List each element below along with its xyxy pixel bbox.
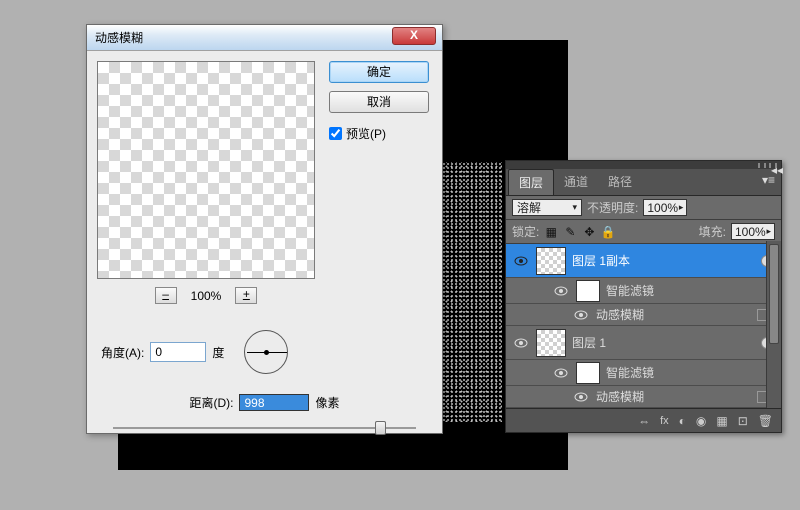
smart-filters-label: 智能滤镜	[606, 364, 781, 381]
layer-thumbnail[interactable]	[536, 247, 566, 275]
lock-transparency-icon[interactable]: ▦	[544, 225, 558, 239]
filter-row[interactable]: 动感模糊	[506, 386, 781, 408]
ok-button[interactable]: 确定	[329, 61, 429, 83]
panel-grip[interactable]: ◂◂	[506, 161, 781, 169]
visibility-toggle[interactable]	[546, 286, 576, 296]
opacity-label: 不透明度:	[587, 199, 638, 216]
close-button[interactable]: X	[392, 27, 436, 45]
layer-row[interactable]: 智能滤镜	[506, 278, 781, 304]
motion-blur-dialog: 动感模糊 X – 100% + 确定 取消 预览(P) 角度(A): 度	[86, 24, 443, 434]
lock-label: 锁定:	[512, 223, 539, 240]
zoom-value: 100%	[191, 289, 222, 303]
layer-thumbnail[interactable]	[536, 329, 566, 357]
opacity-input[interactable]: 100%▸	[643, 199, 687, 216]
canvas-noise	[442, 162, 502, 422]
zoom-in-button[interactable]: +	[235, 287, 257, 304]
tab-paths[interactable]: 路径	[598, 169, 642, 195]
dialog-titlebar[interactable]: 动感模糊 X	[87, 25, 442, 51]
distance-label: 距离(D):	[189, 394, 233, 411]
panel-scrollbar[interactable]	[766, 241, 781, 408]
panel-menu-icon[interactable]: ▾≡	[756, 169, 781, 195]
adjustment-icon[interactable]: ◉	[696, 414, 706, 428]
panel-tabs: 图层 通道 路径 ▾≡	[506, 169, 781, 196]
visibility-toggle[interactable]	[572, 392, 590, 402]
fx-icon[interactable]: fx	[660, 415, 669, 427]
layer-name[interactable]: 图层 1副本	[572, 252, 761, 269]
group-icon[interactable]: ▦	[716, 414, 727, 428]
mask-thumbnail[interactable]	[576, 280, 600, 302]
layer-row[interactable]: 图层 1	[506, 326, 781, 360]
visibility-toggle[interactable]	[572, 310, 590, 320]
angle-label: 角度(A):	[101, 344, 144, 361]
collapse-icon[interactable]: ◂◂	[769, 163, 777, 168]
visibility-toggle[interactable]	[546, 368, 576, 378]
new-layer-icon[interactable]: ⊡	[738, 414, 748, 428]
visibility-toggle[interactable]	[506, 256, 536, 266]
preview-area[interactable]	[97, 61, 315, 279]
dialog-title: 动感模糊	[95, 29, 143, 46]
filter-name: 动感模糊	[596, 306, 644, 323]
mask-icon[interactable]: ◐	[679, 414, 686, 428]
preview-label: 预览(P)	[346, 125, 386, 142]
angle-dial[interactable]	[244, 330, 288, 374]
layer-list: 图层 1副本 智能滤镜 动感模糊 图层 1 智能滤镜 动感模糊	[506, 244, 781, 408]
cancel-button[interactable]: 取消	[329, 91, 429, 113]
filter-name: 动感模糊	[596, 388, 644, 405]
blend-mode-select[interactable]: 溶解▾	[512, 199, 582, 216]
link-layers-icon[interactable]: ⇔	[638, 414, 650, 428]
angle-input[interactable]	[150, 342, 206, 362]
preview-checkbox[interactable]	[329, 127, 342, 140]
layers-panel: ◂◂ 图层 通道 路径 ▾≡ 溶解▾ 不透明度: 100%▸ 锁定: ▦ ✎ ✥…	[505, 160, 782, 433]
layer-name[interactable]: 图层 1	[572, 334, 761, 351]
layer-row[interactable]: 图层 1副本	[506, 244, 781, 278]
zoom-out-button[interactable]: –	[155, 287, 177, 304]
preview-checkbox-row[interactable]: 预览(P)	[329, 125, 429, 142]
tab-channels[interactable]: 通道	[554, 169, 598, 195]
lock-move-icon[interactable]: ✥	[582, 225, 596, 239]
layer-row[interactable]: 智能滤镜	[506, 360, 781, 386]
filter-row[interactable]: 动感模糊	[506, 304, 781, 326]
mask-thumbnail[interactable]	[576, 362, 600, 384]
lock-icons: ▦ ✎ ✥ 🔒	[544, 225, 615, 239]
tab-layers[interactable]: 图层	[508, 169, 554, 195]
distance-input[interactable]	[239, 394, 309, 411]
angle-unit: 度	[212, 344, 224, 361]
lock-all-icon[interactable]: 🔒	[601, 225, 615, 239]
fill-input[interactable]: 100%▸	[731, 223, 775, 240]
panel-footer: ⇔ fx ◐ ◉ ▦ ⊡ 🗑	[506, 408, 781, 432]
visibility-toggle[interactable]	[506, 338, 536, 348]
fill-label: 填充:	[699, 223, 726, 240]
smart-filters-label: 智能滤镜	[606, 282, 781, 299]
trash-icon[interactable]: 🗑	[758, 414, 773, 428]
distance-unit: 像素	[315, 394, 339, 411]
lock-paint-icon[interactable]: ✎	[563, 225, 577, 239]
distance-slider[interactable]	[113, 419, 416, 437]
